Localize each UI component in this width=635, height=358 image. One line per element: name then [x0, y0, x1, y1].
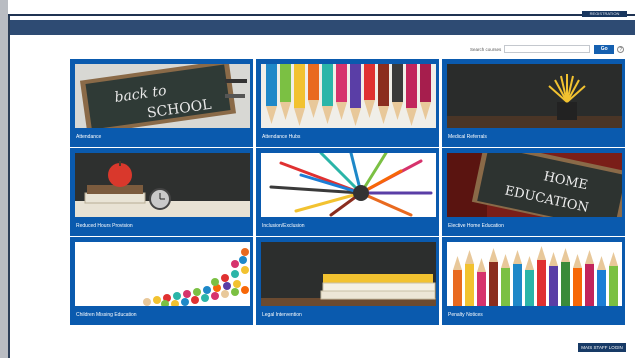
- course-label: Medical Referrals: [448, 134, 487, 140]
- course-label: Attendance Hubs: [262, 134, 301, 140]
- apple-books-clock-icon: [75, 153, 250, 217]
- pencil-bundle-icon: [261, 153, 436, 217]
- colored-pencils-icon: [261, 64, 436, 128]
- course-tile-elective-home-education[interactable]: HOME EDUCATION Elective Home Education: [442, 148, 625, 236]
- window-frame-edge: [8, 14, 10, 358]
- course-tile-children-missing-education[interactable]: Children Missing Education: [70, 237, 253, 325]
- book-stack-icon: [261, 242, 436, 306]
- top-border: [8, 14, 635, 16]
- course-tile-legal-intervention[interactable]: Legal Intervention: [256, 237, 439, 325]
- course-tile-attendance[interactable]: back to SCHOOL Attendance: [70, 59, 253, 147]
- course-label: Reduced Hours Provision: [76, 223, 133, 229]
- window-frame-left: [0, 0, 8, 358]
- course-label: Inclusion/Exclusion: [262, 223, 305, 229]
- search-label: Search courses: [470, 46, 502, 52]
- course-label: Penalty Notices: [448, 312, 483, 318]
- course-search: Search courses Go ?: [470, 44, 625, 54]
- search-input[interactable]: [504, 45, 591, 53]
- pencil-cup-chalkboard-icon: [447, 64, 622, 128]
- staff-login-button[interactable]: MAIS STAFF LOGIN: [578, 343, 626, 352]
- course-tile-attendance-hubs[interactable]: Attendance Hubs: [256, 59, 439, 147]
- course-grid: back to SCHOOL Attendance Attendance Hub…: [70, 59, 635, 325]
- course-label: Children Missing Education: [76, 312, 137, 318]
- course-tile-penalty-notices[interactable]: Penalty Notices: [442, 237, 625, 325]
- pencil-tips-icon: [75, 242, 250, 306]
- course-tile-reduced-hours-provision[interactable]: Reduced Hours Provision: [70, 148, 253, 236]
- home-education-chalkboard-icon: HOME EDUCATION: [447, 153, 622, 217]
- top-registration-link[interactable]: REGISTRATION: [582, 11, 627, 17]
- chalkboard-back-to-school-icon: back to SCHOOL: [75, 64, 250, 128]
- site-header: [10, 20, 635, 35]
- course-tile-inclusion-exclusion[interactable]: Inclusion/Exclusion: [256, 148, 439, 236]
- course-label: Legal Intervention: [262, 312, 302, 318]
- course-label: Elective Home Education: [448, 223, 504, 229]
- course-tile-medical-referrals[interactable]: Medical Referrals: [442, 59, 625, 147]
- help-icon[interactable]: ?: [617, 45, 625, 53]
- course-label: Attendance: [76, 134, 102, 140]
- colored-pencils-icon: [447, 242, 622, 306]
- go-button[interactable]: Go: [594, 44, 615, 54]
